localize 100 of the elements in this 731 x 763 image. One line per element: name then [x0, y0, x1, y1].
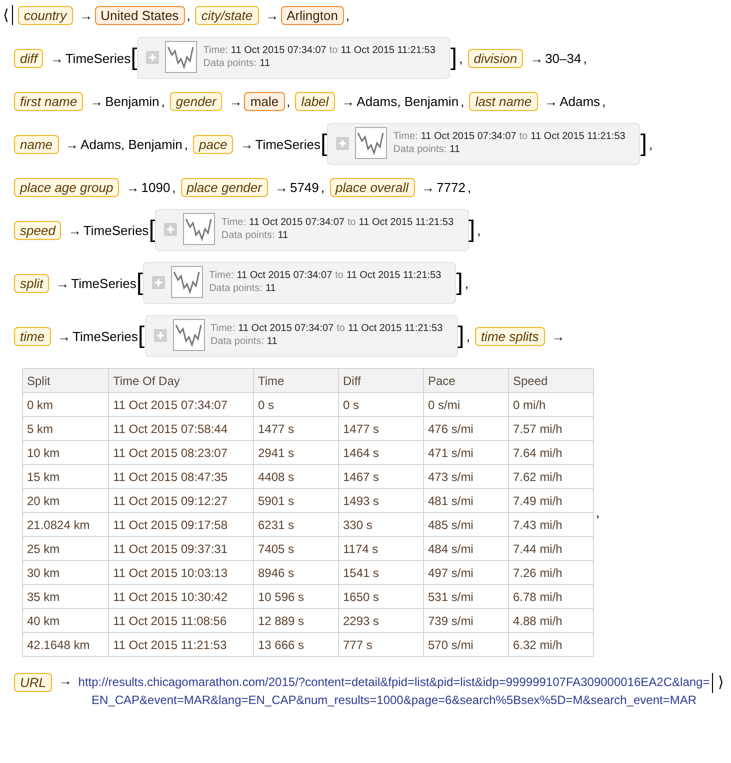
field-label: to [329, 44, 338, 57]
plus-icon[interactable] [164, 222, 178, 236]
column-header: Speed [508, 368, 594, 392]
value-text: Benjamin [105, 94, 160, 108]
table-cell: 531 s/mi [424, 584, 508, 608]
table-cell: 484 s/mi [424, 536, 508, 560]
table-cell: 0 s [254, 392, 338, 416]
table-cell: 570 s/mi [424, 632, 508, 656]
sparkline-icon [165, 41, 198, 73]
table-cell: 7.64 mi/h [508, 440, 594, 464]
arrow: → [126, 180, 140, 194]
bracket: ] [456, 271, 463, 295]
plus-icon[interactable] [152, 276, 166, 288]
table-cell: 0 s/mi [424, 392, 508, 416]
table-cell: 0 mi/h [508, 392, 594, 416]
table-cell: 471 s/mi [424, 440, 508, 464]
key-label: city/state [195, 6, 259, 24]
column-header: Split [22, 368, 108, 392]
table-cell: 5901 s [254, 488, 338, 512]
text-cursor [712, 673, 713, 693]
comma: , [186, 8, 190, 22]
table-cell: 1477 s [254, 416, 338, 440]
table-cell: 0 s [338, 392, 424, 416]
table-cell: 11 Oct 2015 09:17:58 [108, 512, 254, 536]
table-cell: 20 km [22, 488, 108, 512]
key-label: split [14, 274, 50, 292]
key-label: speed [14, 220, 62, 240]
bracket: [ [148, 218, 156, 242]
table-cell: 481 s/mi [424, 488, 508, 512]
field-label: Time: [203, 44, 228, 57]
comma: , [320, 180, 325, 194]
field-label: Data points: [203, 57, 257, 70]
key-label: place gender [180, 178, 268, 196]
table-cell: 11 Oct 2015 09:37:31 [108, 536, 254, 560]
table-cell: 6.32 mi/h [508, 632, 594, 656]
field-value: 11 Oct 2015 11:21:53 [340, 44, 436, 57]
comma: , [286, 94, 290, 108]
comma: , [460, 94, 464, 108]
comma: , [459, 50, 463, 66]
bracket: ] [450, 46, 458, 70]
bracket: [ [136, 271, 144, 295]
key-label: division [468, 48, 524, 68]
table-cell: 330 s [338, 512, 424, 536]
field-value: 11 Oct 2015 07:34:07 [420, 130, 516, 143]
arrow: → [50, 50, 64, 66]
comma: , [464, 276, 468, 290]
table-cell: 11 Oct 2015 11:21:53 [108, 632, 254, 656]
table-cell: 6231 s [254, 512, 338, 536]
field-value: 11 Oct 2015 11:21:53 [530, 130, 626, 143]
field-label: Data points: [209, 282, 262, 295]
field-label: Data points: [393, 143, 447, 156]
key-label: first name [14, 92, 84, 110]
field-label: Data points: [221, 229, 275, 242]
comma: , [466, 328, 470, 344]
bracket: [ [138, 324, 144, 348]
table-cell: 10 km [22, 440, 108, 464]
key-label: URL [14, 673, 52, 692]
table-cell: 1467 s [338, 464, 424, 488]
sparkline-icon [171, 266, 204, 298]
angle-bracket: ⟨ [3, 6, 9, 24]
comma: , [477, 222, 481, 238]
function-name: TimeSeries [71, 276, 136, 290]
table-cell: 7.44 mi/h [508, 536, 594, 560]
key-label: gender [170, 92, 222, 110]
table-cell: 11 Oct 2015 07:58:44 [108, 416, 254, 440]
column-header: Time [254, 368, 338, 392]
field-value: 11 [260, 57, 270, 70]
field-value: 11 Oct 2015 11:21:53 [358, 216, 454, 229]
table-cell: 11 Oct 2015 11:08:56 [108, 608, 254, 632]
field-value: 11 Oct 2015 11:21:53 [348, 322, 443, 335]
entity-label: Arlington [280, 6, 344, 24]
table-cell: 7.49 mi/h [508, 488, 594, 512]
arrow: → [58, 328, 71, 344]
key-label: country [18, 6, 73, 24]
field-value: 11 Oct 2015 07:34:07 [249, 216, 344, 229]
field-label: Time: [210, 322, 236, 335]
arrow: → [422, 180, 435, 194]
field-label: to [347, 216, 356, 229]
plus-icon[interactable] [336, 136, 350, 150]
field-value: 11 Oct 2015 07:34:07 [230, 44, 326, 57]
field-value: 11 Oct 2015 07:34:07 [236, 269, 332, 282]
table-cell: 11 Oct 2015 07:34:07 [108, 392, 254, 416]
bracket: [ [320, 132, 328, 156]
field-value: 11 [266, 335, 278, 348]
plus-icon[interactable] [154, 328, 166, 342]
field-label: to [519, 130, 528, 143]
url-link[interactable]: http://results.chicagomarathon.com/2015/?content=detail&fpid=list&pid=list&idp=999999107FA309000016EA2C&lang=EN_CAP&event=MAR&lang=EN_CAP&num_results=1000&page=6&search%5Bsex%5D=M&search_event=MAR [76, 673, 712, 709]
arrow: → [266, 8, 279, 22]
sparkline-icon [183, 213, 216, 245]
angle-bracket: ⟩ [718, 673, 724, 691]
table-cell: 12 889 s [254, 608, 338, 632]
plus-icon[interactable] [146, 50, 160, 64]
field-label: to [335, 269, 344, 282]
key-label: last name [469, 92, 538, 110]
field-value: 11 Oct 2015 11:21:53 [346, 269, 442, 282]
comma: , [602, 94, 606, 108]
arrow: → [80, 8, 93, 22]
table-cell: 6.78 mi/h [508, 584, 594, 608]
table-cell: 739 s/mi [424, 608, 508, 632]
key-label: name [14, 134, 59, 154]
